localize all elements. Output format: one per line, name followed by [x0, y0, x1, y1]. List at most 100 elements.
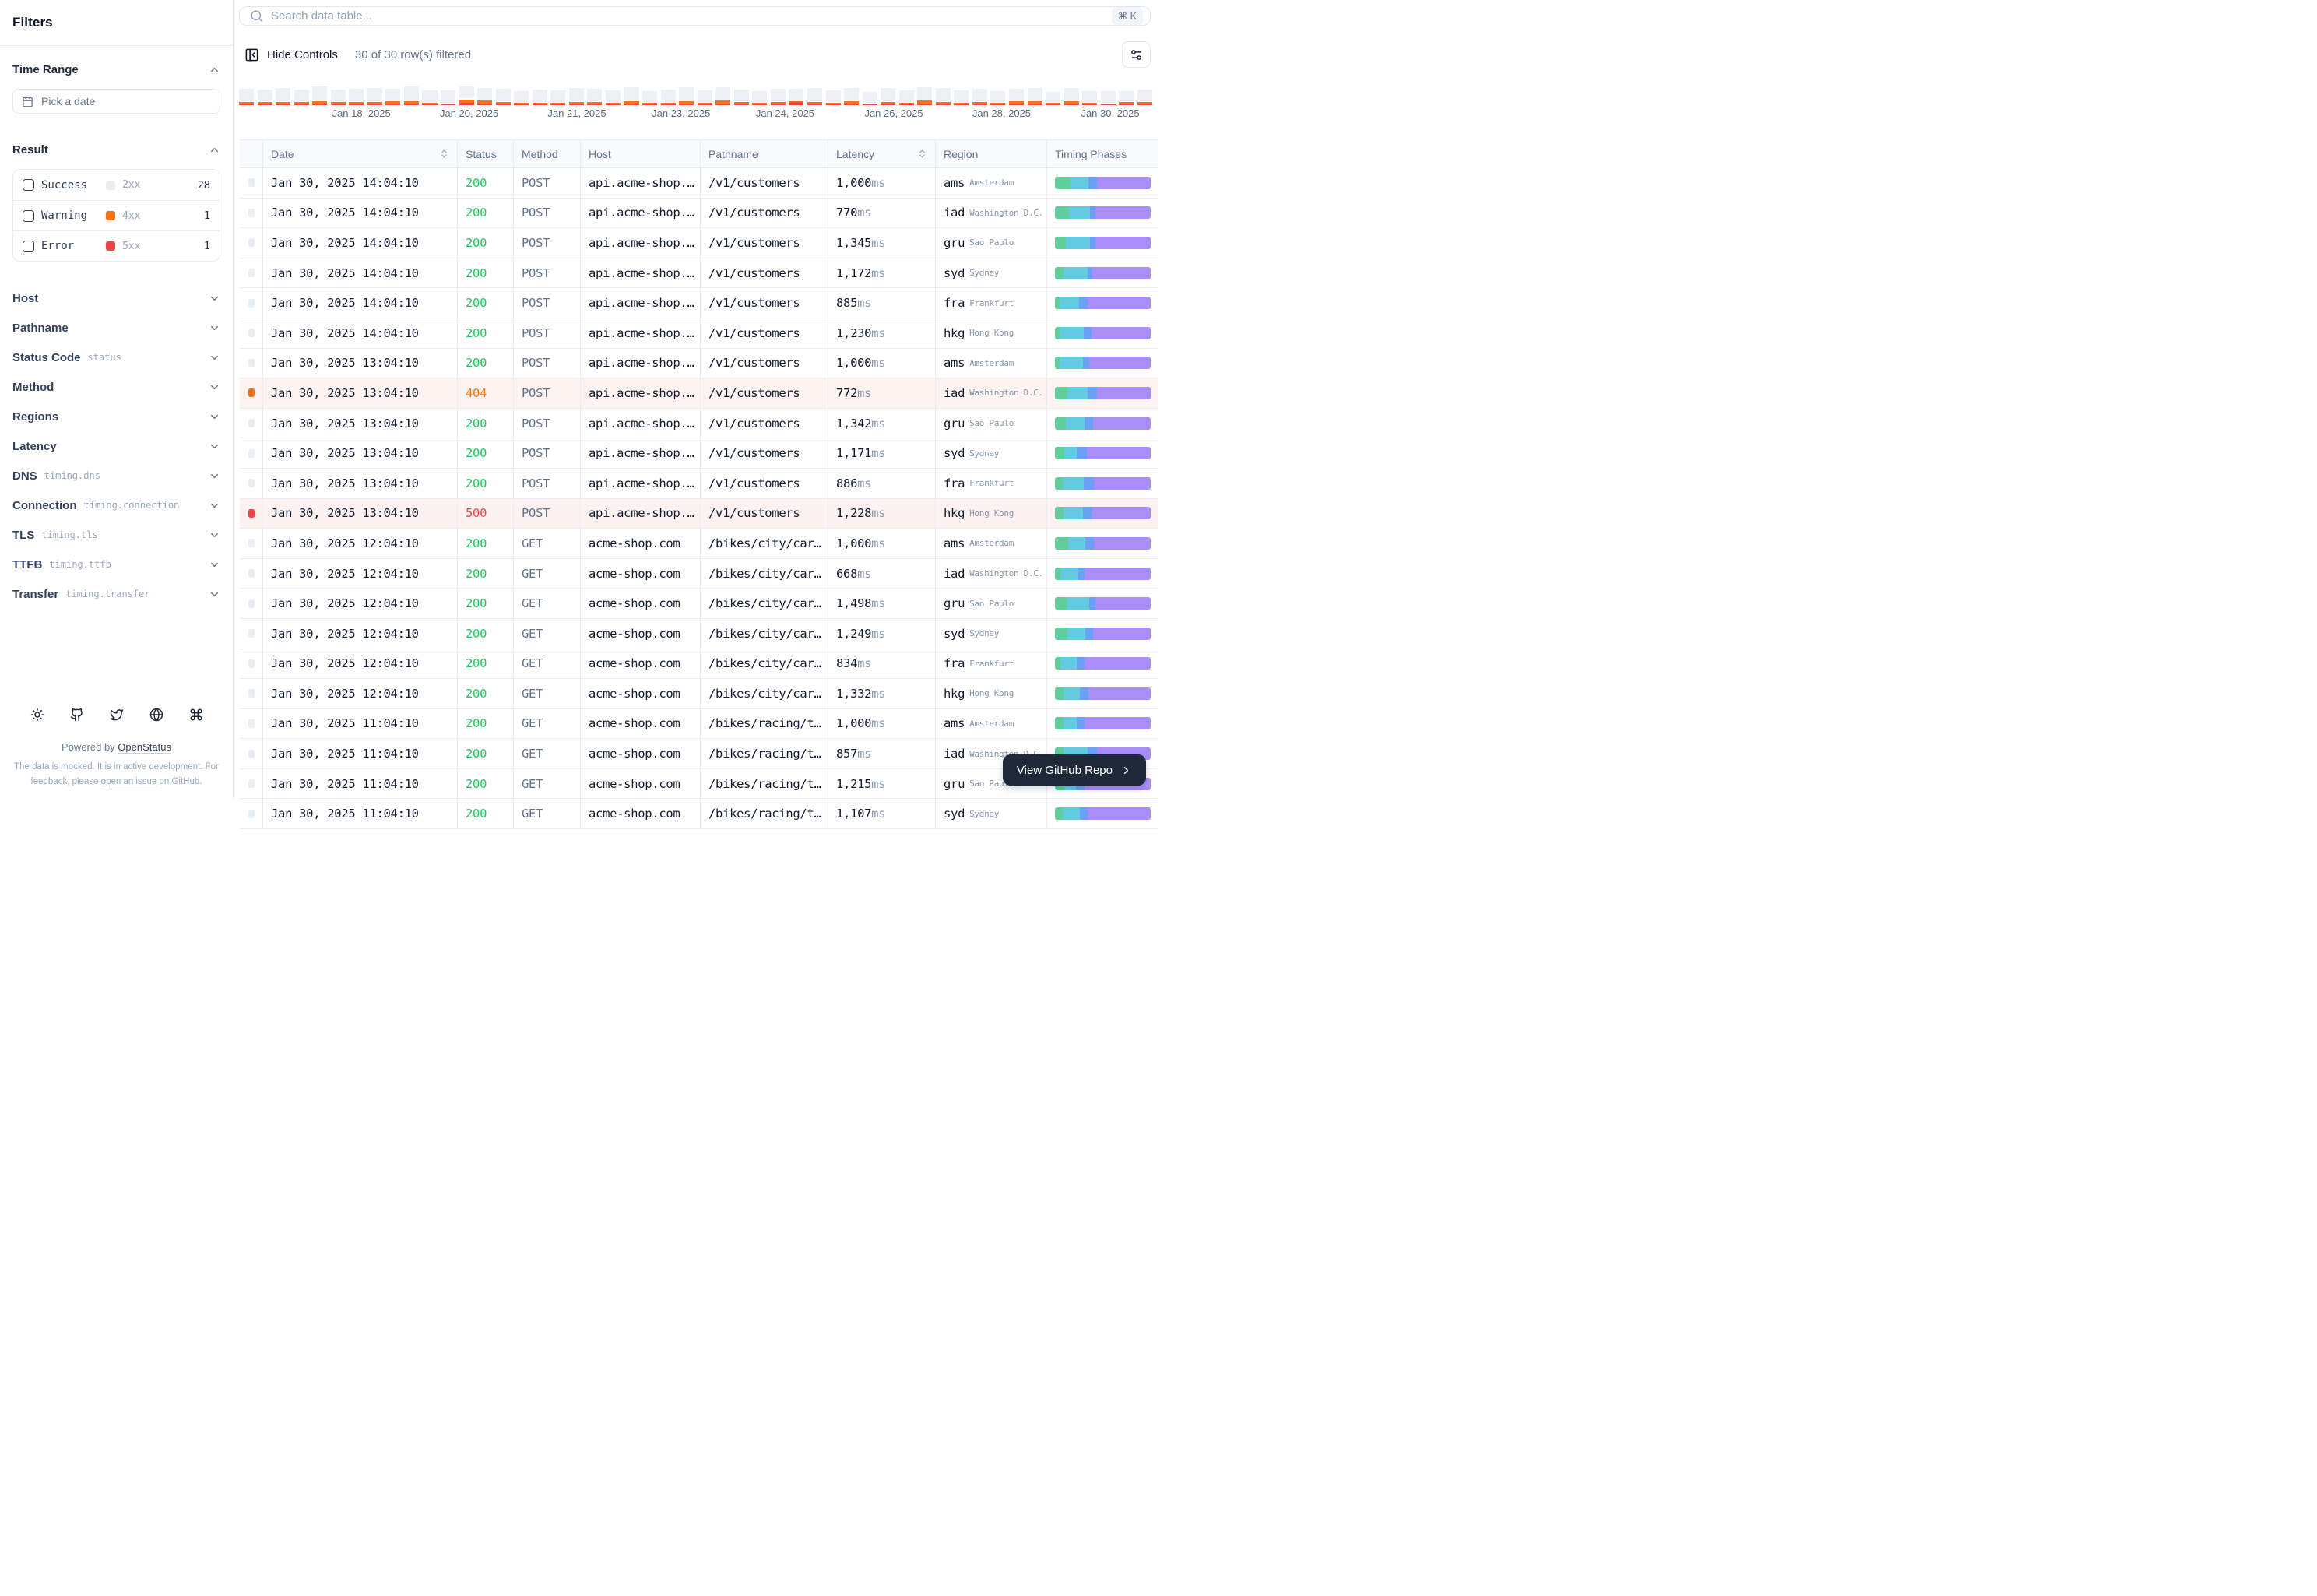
- histogram-bar[interactable]: [789, 86, 804, 105]
- histogram-bar[interactable]: [917, 86, 933, 105]
- table-row[interactable]: Jan 30, 2025 14:04:10 200 POST api.acme-sho…: [240, 258, 1158, 289]
- histogram-bar[interactable]: [1082, 86, 1098, 105]
- search-input[interactable]: [271, 9, 1104, 23]
- histogram-bar[interactable]: [1046, 86, 1061, 105]
- result-filter-success[interactable]: Success 2xx 28: [13, 170, 220, 200]
- table-row[interactable]: Jan 30, 2025 13:04:10 200 POST api.acme-sho…: [240, 468, 1158, 499]
- sidebar-section-latency[interactable]: Latency: [12, 431, 220, 461]
- sidebar-section-regions[interactable]: Regions: [12, 402, 220, 431]
- histogram-bar[interactable]: [349, 86, 364, 105]
- histogram-bar[interactable]: [568, 86, 584, 105]
- histogram-bar[interactable]: [441, 86, 456, 105]
- table-row[interactable]: Jan 30, 2025 14:04:10 200 POST api.acme-sho…: [240, 318, 1158, 349]
- histogram-bar[interactable]: [239, 86, 255, 105]
- histogram-bar[interactable]: [330, 86, 346, 105]
- histogram-bar[interactable]: [1119, 86, 1134, 105]
- column-header-date[interactable]: Date: [263, 140, 458, 167]
- histogram-bar[interactable]: [532, 86, 547, 105]
- histogram-bar[interactable]: [294, 86, 309, 105]
- command-icon[interactable]: [188, 706, 205, 723]
- github-icon[interactable]: [69, 706, 86, 723]
- table-row[interactable]: Jan 30, 2025 12:04:10 200 GET acme-shop.com…: [240, 649, 1158, 680]
- histogram-bar[interactable]: [550, 86, 566, 105]
- histogram-bar[interactable]: [385, 86, 401, 105]
- checkbox[interactable]: [23, 179, 34, 191]
- table-row[interactable]: Jan 30, 2025 13:04:10 500 POST api.acme-sho…: [240, 498, 1158, 529]
- globe-icon[interactable]: [148, 706, 165, 723]
- histogram-bar[interactable]: [898, 86, 914, 105]
- histogram-bar[interactable]: [825, 86, 841, 105]
- histogram-bar[interactable]: [403, 86, 419, 105]
- sidebar-section-host[interactable]: Host: [12, 283, 220, 313]
- result-filter-error[interactable]: Error 5xx 1: [13, 230, 220, 261]
- histogram-bar[interactable]: [257, 86, 272, 105]
- histogram-bar[interactable]: [422, 86, 438, 105]
- result-filter-warning[interactable]: Warning 4xx 1: [13, 200, 220, 230]
- histogram-bar[interactable]: [624, 86, 639, 105]
- histogram-bar[interactable]: [752, 86, 768, 105]
- histogram-bar[interactable]: [697, 86, 712, 105]
- histogram-bar[interactable]: [972, 86, 987, 105]
- histogram-bar[interactable]: [1100, 86, 1116, 105]
- table-row[interactable]: Jan 30, 2025 13:04:10 200 POST api.acme-sho…: [240, 408, 1158, 439]
- sidebar-section-ttfb[interactable]: TTFB timing.ttfb: [12, 550, 220, 579]
- sidebar-section-tls[interactable]: TLS timing.tls: [12, 520, 220, 550]
- histogram-bar[interactable]: [587, 86, 603, 105]
- histogram-bar[interactable]: [954, 86, 969, 105]
- histogram-bar[interactable]: [514, 86, 529, 105]
- sidebar-section-pathname[interactable]: Pathname: [12, 313, 220, 343]
- histogram-bar[interactable]: [459, 86, 474, 105]
- table-row[interactable]: Jan 30, 2025 12:04:10 200 GET acme-shop.com…: [240, 558, 1158, 589]
- checkbox[interactable]: [23, 209, 34, 222]
- histogram-bar[interactable]: [733, 86, 749, 105]
- histogram-bar[interactable]: [881, 86, 896, 105]
- histogram-bar[interactable]: [715, 86, 731, 105]
- date-picker-button[interactable]: Pick a date: [12, 89, 220, 114]
- histogram-bar[interactable]: [990, 86, 1006, 105]
- checkbox[interactable]: [23, 240, 34, 252]
- histogram-bar[interactable]: [1027, 86, 1042, 105]
- sidebar-section-transfer[interactable]: Transfer timing.transfer: [12, 579, 220, 609]
- view-github-repo-button[interactable]: View GitHub Repo: [1002, 754, 1146, 786]
- histogram-bar[interactable]: [807, 86, 822, 105]
- table-row[interactable]: Jan 30, 2025 14:04:10 200 POST api.acme-sho…: [240, 198, 1158, 229]
- histogram-bar[interactable]: [605, 86, 621, 105]
- table-row[interactable]: Jan 30, 2025 13:04:10 404 POST api.acme-sho…: [240, 378, 1158, 409]
- histogram-bar[interactable]: [1064, 86, 1079, 105]
- sidebar-section-method[interactable]: Method: [12, 372, 220, 402]
- table-row[interactable]: Jan 30, 2025 14:04:10 200 POST api.acme-sho…: [240, 168, 1158, 199]
- histogram-bar[interactable]: [312, 86, 328, 105]
- column-header-latency[interactable]: Latency: [828, 140, 936, 167]
- sidebar-section-status-code[interactable]: Status Code status: [12, 343, 220, 372]
- histogram-bar[interactable]: [642, 86, 658, 105]
- hide-controls-button[interactable]: Hide Controls: [244, 47, 338, 62]
- table-row[interactable]: Jan 30, 2025 12:04:10 200 GET acme-shop.com…: [240, 679, 1158, 709]
- open-issue-link[interactable]: open an issue: [101, 777, 157, 786]
- table-row[interactable]: Jan 30, 2025 12:04:10 200 GET acme-shop.com…: [240, 589, 1158, 619]
- histogram-bar[interactable]: [367, 86, 382, 105]
- section-header-result[interactable]: Result: [12, 143, 220, 156]
- histogram-bar[interactable]: [660, 86, 676, 105]
- histogram-bar[interactable]: [477, 86, 493, 105]
- histogram-bar[interactable]: [276, 86, 291, 105]
- table-row[interactable]: Jan 30, 2025 12:04:10 200 GET acme-shop.com…: [240, 618, 1158, 649]
- histogram-bar[interactable]: [770, 86, 786, 105]
- table-row[interactable]: Jan 30, 2025 13:04:10 200 POST api.acme-sho…: [240, 348, 1158, 379]
- table-row[interactable]: Jan 30, 2025 14:04:10 200 POST api.acme-sho…: [240, 228, 1158, 258]
- sidebar-section-dns[interactable]: DNS timing.dns: [12, 461, 220, 490]
- histogram-bar[interactable]: [844, 86, 860, 105]
- histogram-bar[interactable]: [1137, 86, 1152, 105]
- table-row[interactable]: Jan 30, 2025 14:04:10 200 POST api.acme-sho…: [240, 288, 1158, 318]
- histogram-bar[interactable]: [679, 86, 694, 105]
- histogram-bar[interactable]: [935, 86, 951, 105]
- openstatus-link[interactable]: OpenStatus: [118, 741, 171, 753]
- sidebar-section-connection[interactable]: Connection timing.connection: [12, 490, 220, 520]
- view-options-button[interactable]: [1122, 41, 1151, 68]
- twitter-icon[interactable]: [108, 706, 125, 723]
- table-row[interactable]: Jan 30, 2025 12:04:10 200 GET acme-shop.com…: [240, 529, 1158, 559]
- table-row[interactable]: Jan 30, 2025 11:04:10 200 GET acme-shop.com…: [240, 799, 1158, 830]
- table-row[interactable]: Jan 30, 2025 11:04:10 200 GET acme-shop.com…: [240, 708, 1158, 740]
- theme-toggle-sun-icon[interactable]: [29, 706, 46, 723]
- histogram-bar[interactable]: [1008, 86, 1025, 105]
- table-row[interactable]: Jan 30, 2025 13:04:10 200 POST api.acme-sho…: [240, 438, 1158, 469]
